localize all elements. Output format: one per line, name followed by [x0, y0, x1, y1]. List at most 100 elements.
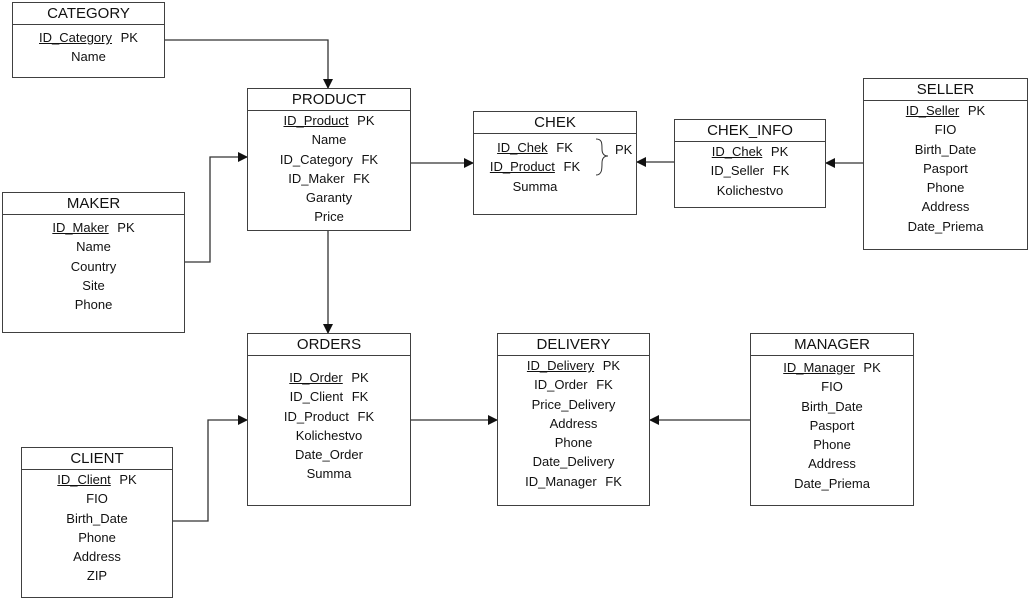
field-name: ZIP: [86, 568, 108, 584]
field-key-badge: FK: [601, 473, 622, 489]
field-row: Name: [248, 130, 410, 149]
field-key-badge: FK: [559, 159, 581, 175]
field-name: ID_Product: [283, 408, 349, 424]
field-row: ID_Seller FK: [675, 161, 825, 180]
field-name: Birth_Date: [914, 141, 977, 157]
field-key-badge: PK: [767, 144, 789, 159]
field-row: Birth_Date: [751, 397, 913, 416]
field-row: ID_Manager PK: [751, 358, 913, 377]
field-row: Birth_Date: [22, 509, 172, 528]
field-name: Price_Delivery: [531, 396, 616, 412]
entity-title: MAKER: [3, 193, 184, 215]
field-row: ID_Order PK: [248, 368, 410, 387]
entity-title: CHEK_INFO: [675, 120, 825, 142]
field-list: ID_Category PK Name: [13, 25, 164, 67]
field-list: ID_Manager PK FIO Birth_Date Pasport Phone Ad…: [751, 356, 913, 493]
field-name: ID_Seller: [905, 103, 960, 118]
entity-title: CHEK: [474, 112, 636, 134]
field-name: ID_Order: [289, 370, 343, 385]
field-row: Date_Priema: [864, 217, 1027, 236]
field-row: Summa: [474, 177, 636, 196]
field-name: Phone: [813, 437, 851, 453]
field-row: Phone: [864, 178, 1027, 197]
relationship-arrow-client-to-orders: [173, 415, 248, 522]
field-name: ID_Client: [57, 472, 111, 487]
field-name: Pasport: [809, 417, 855, 433]
field-row: Name: [3, 237, 184, 256]
field-name: FIO: [821, 379, 843, 395]
field-name: ID_Maker: [288, 170, 345, 186]
field-list: ID_Order PK ID_Client FK ID_Product FK Koli…: [248, 356, 410, 484]
field-name: Phone: [74, 297, 113, 313]
field-key-badge: FK: [357, 151, 379, 167]
field-row: Site: [3, 276, 184, 295]
field-row: Address: [498, 414, 649, 433]
field-row: ID_Order FK: [498, 375, 649, 394]
field-name: ID_Product: [489, 159, 555, 175]
field-name: ID_Client: [289, 389, 344, 405]
field-name: Name: [76, 239, 111, 255]
field-name: ID_Order: [534, 377, 588, 393]
field-row: Address: [22, 547, 172, 566]
field-row: Phone: [498, 433, 649, 452]
field-name: Date_Order: [295, 447, 363, 463]
field-name: Address: [73, 549, 121, 565]
field-row: ID_Delivery PK: [498, 356, 649, 375]
field-name: Date_Priema: [794, 475, 870, 491]
field-row: FIO: [751, 377, 913, 396]
field-key-badge: FK: [769, 163, 790, 179]
field-row: FIO: [864, 120, 1027, 139]
field-list: ID_Seller PK FIO Birth_Date Pasport Phone Add…: [864, 101, 1027, 236]
entity-client: CLIENT ID_Client PK FIO Birth_Date Phone Addr…: [21, 447, 173, 598]
field-list: ID_Product PK Name ID_Category FK ID_Maker …: [248, 111, 410, 227]
entity-title: DELIVERY: [498, 334, 649, 356]
er-diagram: CATEGORY ID_Category PK Name PRODUCT ID_Prod…: [0, 0, 1028, 598]
field-row: Date_Order: [248, 445, 410, 464]
field-row: ID_Category PK: [13, 28, 164, 47]
field-list: ID_Chek PK ID_Seller FK Kolichestvo: [675, 142, 825, 200]
field-row: Summa: [248, 464, 410, 483]
field-name: Address: [549, 415, 598, 431]
field-key-badge: PK: [859, 360, 881, 375]
relationship-arrow-maker-to-product: [185, 152, 248, 263]
field-name: ID_Chek: [711, 144, 763, 159]
field-name: Kolichestvo: [295, 427, 363, 443]
entity-product: PRODUCT ID_Product PK Name ID_Category FK ID…: [247, 88, 411, 231]
field-name: ID_Chek: [497, 140, 548, 155]
field-list: ID_Delivery PK ID_Order FK Price_Delivery A…: [498, 356, 649, 491]
field-key-badge: PK: [115, 472, 137, 487]
field-key-badge: PK: [347, 370, 369, 385]
field-row: Date_Delivery: [498, 452, 649, 471]
composite-pk-label: PK: [615, 142, 633, 157]
field-row: Address: [751, 454, 913, 473]
field-row: Garanty: [248, 188, 410, 207]
entity-delivery: DELIVERY ID_Delivery PK ID_Order FK Price_D…: [497, 333, 650, 506]
field-name: Phone: [926, 180, 965, 196]
field-row: ID_Product FK: [248, 407, 410, 426]
field-key-badge: PK: [964, 103, 986, 118]
field-row: Birth_Date: [864, 140, 1027, 159]
field-row: ZIP: [22, 566, 172, 585]
field-name: Country: [70, 258, 117, 274]
field-name: ID_Manager: [525, 473, 597, 489]
field-row: Pasport: [864, 159, 1027, 178]
entity-manager: MANAGER ID_Manager PK FIO Birth_Date Pasport…: [750, 333, 914, 506]
field-name: Summa: [306, 466, 352, 482]
field-name: ID_Product: [283, 113, 349, 128]
field-name: ID_Maker: [52, 220, 109, 235]
field-row: ID_Maker PK: [3, 218, 184, 237]
field-key-badge: FK: [552, 140, 573, 155]
field-key-badge: FK: [349, 170, 370, 186]
field-key-badge: FK: [592, 377, 613, 393]
entity-orders: ORDERS ID_Order PK ID_Client FK ID_Product …: [247, 333, 411, 506]
curly-brace-icon: [595, 138, 609, 176]
field-name: Birth_Date: [801, 398, 863, 414]
field-key-badge: PK: [599, 358, 621, 373]
field-row: Name: [13, 47, 164, 66]
entity-chek-info: CHEK_INFO ID_Chek PK ID_Seller FK Kolichest…: [674, 119, 826, 208]
field-row: Price: [248, 207, 410, 226]
field-list: ID_Maker PK Name Country Site Phone: [3, 215, 184, 314]
field-name: Date_Priema: [907, 218, 984, 234]
field-row: Price_Delivery: [498, 395, 649, 414]
field-row: ID_Seller PK: [864, 101, 1027, 120]
